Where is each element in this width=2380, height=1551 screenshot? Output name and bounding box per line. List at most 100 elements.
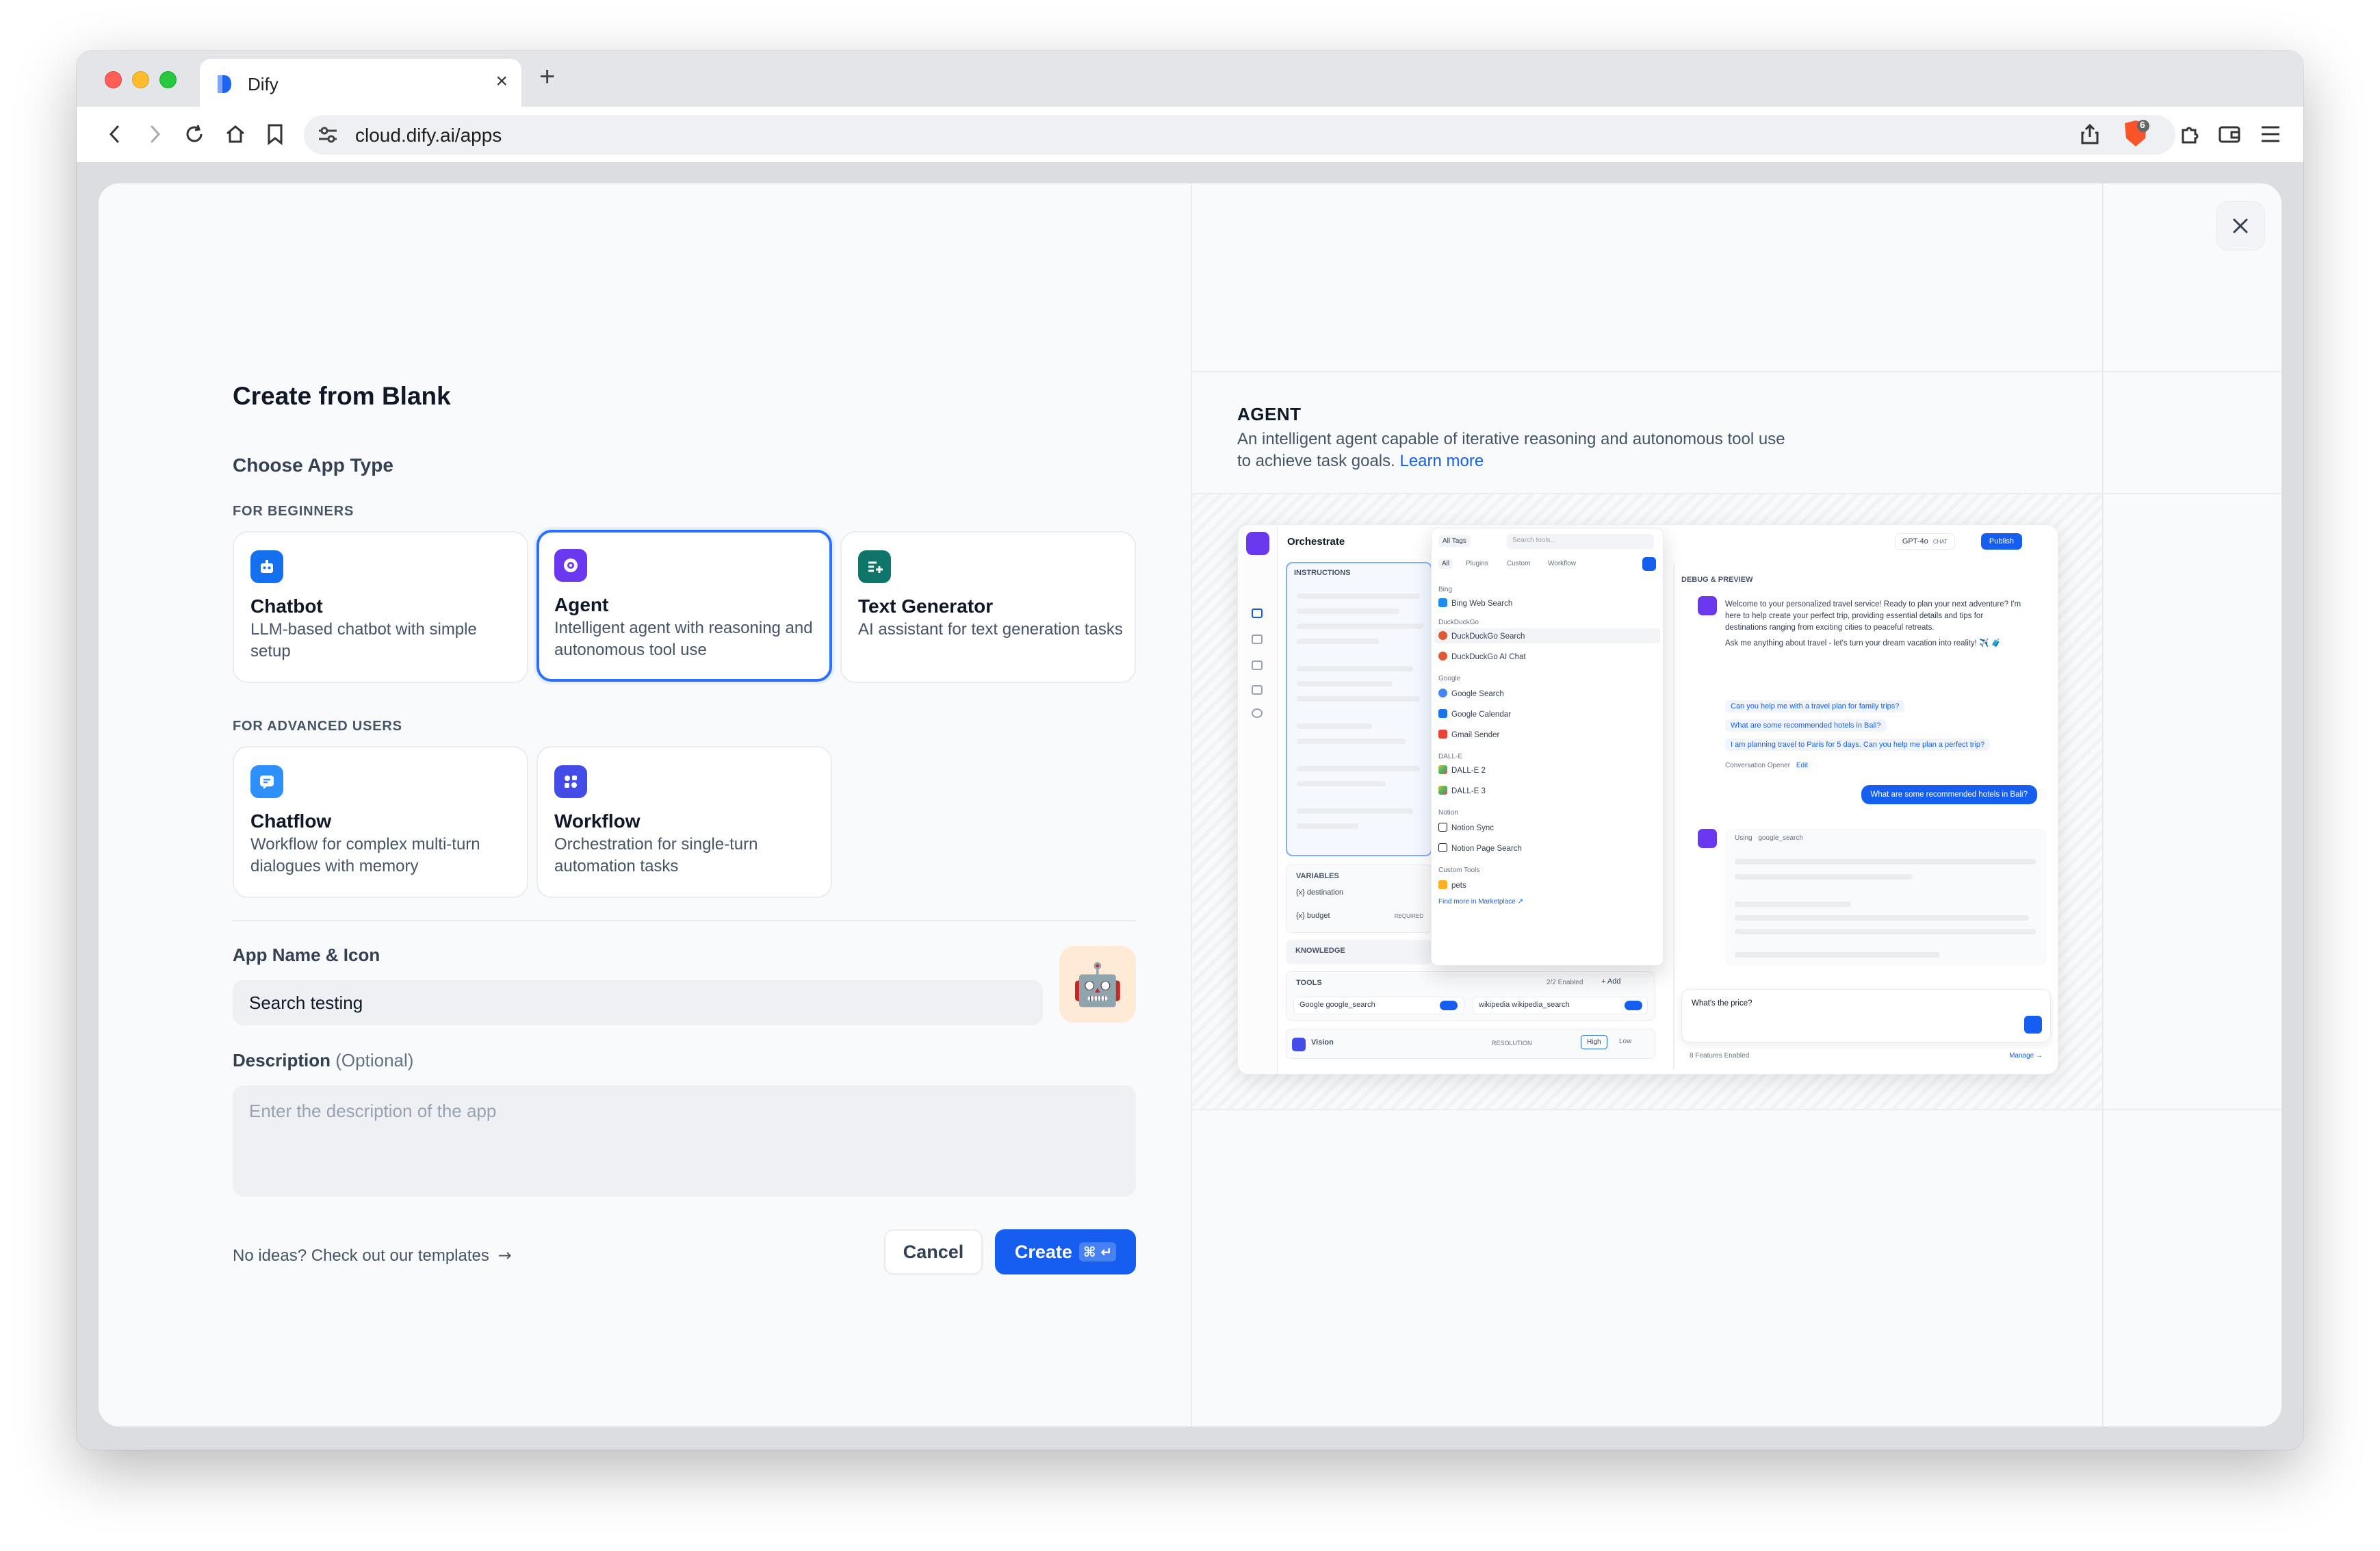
card-title: Chatflow <box>250 810 332 832</box>
mock-tool-option-label: Gmail Sender <box>1451 731 1500 739</box>
agent-preview-screenshot: Orchestrate INSTRUCTIONS VARIABLES {x} d… <box>1237 524 2058 1075</box>
mock-skeleton-line <box>1297 766 1420 771</box>
mock-using-tool: google_search <box>1758 834 1803 842</box>
mock-tool-option-label: DuckDuckGo Search <box>1451 632 1525 641</box>
mock-tool-item: wikipedia wikipedia_search <box>1473 997 1648 1014</box>
mock-tools-enabled: 2/2 Enabled <box>1547 979 1583 986</box>
brave-shield-icon[interactable]: 6 <box>2121 119 2151 149</box>
mock-variables-section: VARIABLES {x} destination {x} budget REQ… <box>1286 864 1432 933</box>
create-form-panel: Create from Blank Choose App Type FOR BE… <box>99 183 1191 1426</box>
mock-instructions-panel: INSTRUCTIONS <box>1286 562 1432 856</box>
cancel-button[interactable]: Cancel <box>884 1229 983 1274</box>
mock-panel-divider <box>1673 563 1674 1070</box>
learn-more-link[interactable]: Learn more <box>1399 452 1484 470</box>
app-type-card-chatbot[interactable]: Chatbot LLM-based chatbot with simple se… <box>233 531 528 683</box>
share-icon[interactable] <box>2075 119 2105 149</box>
mock-suggested-question: I am planning travel to Paris for 5 days… <box>1725 739 1991 751</box>
preview-desc-text: An intelligent agent capable of iterativ… <box>1237 430 1785 470</box>
mock-find-more-link: Find more in Marketplace ↗ <box>1438 898 1523 906</box>
mock-tool-option-label: Bing Web Search <box>1451 600 1513 608</box>
mock-tool-option: Notion Page Search <box>1438 843 1522 853</box>
create-button-label: Create <box>1014 1241 1072 1262</box>
card-title: Text Generator <box>858 595 994 617</box>
text-generator-icon <box>858 550 891 583</box>
workflow-icon <box>554 765 587 798</box>
window-close-button[interactable] <box>105 71 122 88</box>
extensions-icon[interactable] <box>2175 119 2205 149</box>
chatbot-icon <box>250 550 283 583</box>
mock-skeleton-line <box>1297 608 1399 614</box>
templates-link-text[interactable]: No ideas? Check out our templates <box>233 1246 489 1265</box>
app-icon-picker[interactable]: 🤖 <box>1059 946 1136 1023</box>
mock-tool-option: Google Search <box>1438 689 1504 698</box>
description-textarea[interactable]: Enter the description of the app <box>233 1086 1136 1196</box>
app-type-card-workflow[interactable]: Workflow Orchestration for single-turn a… <box>536 746 832 898</box>
google-calendar-icon <box>1438 709 1447 718</box>
dify-favicon-icon <box>218 75 231 93</box>
bookmark-icon[interactable] <box>260 119 290 149</box>
app-type-card-agent[interactable]: Agent Intelligent agent with reasoning a… <box>536 530 832 682</box>
create-button[interactable]: Create ⌘ ↵ <box>995 1229 1136 1274</box>
reload-icon[interactable] <box>179 119 209 149</box>
app-type-card-chatflow[interactable]: Chatflow Workflow for complex multi-turn… <box>233 746 528 898</box>
choose-app-type-label: Choose App Type <box>233 454 393 476</box>
mock-skeleton-line <box>1297 681 1393 687</box>
window-minimize-button[interactable] <box>132 71 149 88</box>
mock-tool-option: Gmail Sender <box>1438 730 1499 739</box>
advanced-section-label: FOR ADVANCED USERS <box>233 719 402 734</box>
app-name-input[interactable]: Search testing <box>233 980 1043 1025</box>
mock-opener-edit: Edit <box>1796 762 1809 769</box>
back-icon[interactable] <box>100 119 130 149</box>
url-text[interactable]: cloud.dify.ai/apps <box>355 125 502 146</box>
mock-tool-option: Google Calendar <box>1438 709 1511 719</box>
mock-vision-section: Vision RESOLUTION High Low <box>1286 1029 1655 1059</box>
beginners-section-label: FOR BEGINNERS <box>233 504 354 519</box>
mock-resolution-label: RESOLUTION <box>1492 1040 1532 1047</box>
google-icon <box>1438 689 1447 697</box>
wallet-icon[interactable] <box>2214 119 2245 149</box>
home-icon[interactable] <box>220 119 250 149</box>
browser-tab[interactable]: Dify × <box>200 59 521 107</box>
mock-welcome-message: Welcome to your personalized travel serv… <box>1725 599 2026 650</box>
modal-title: Create from Blank <box>233 382 451 410</box>
window-maximize-button[interactable] <box>159 71 177 88</box>
mock-tool-picker-popover: All Tags Search tools... All Plugins Cus… <box>1431 528 1664 966</box>
mock-suggested-question: Can you help me with a travel plan for f… <box>1725 700 1905 713</box>
mock-tool-toggle <box>1440 1001 1458 1010</box>
mock-skeleton-line <box>1735 929 2036 934</box>
mock-welcome-text-2: Ask me anything about travel - let's tur… <box>1725 639 2001 648</box>
mock-tools-label: TOOLS <box>1296 979 1322 987</box>
mock-skeleton-line <box>1297 823 1358 829</box>
mock-required-badge: REQUIRED <box>1394 913 1423 919</box>
menu-icon[interactable] <box>2255 119 2286 149</box>
grid-line <box>2102 183 2104 1426</box>
pets-icon <box>1438 880 1447 889</box>
site-settings-icon[interactable] <box>316 123 339 146</box>
mock-using-label: Using <box>1735 834 1752 842</box>
bing-icon <box>1438 598 1447 607</box>
mock-model-name: GPT-4o <box>1902 537 1928 546</box>
close-modal-button[interactable] <box>2216 201 2265 251</box>
mock-tool-option: pets <box>1438 880 1466 890</box>
address-bar[interactable]: cloud.dify.ai/apps <box>304 115 2175 155</box>
mock-tool-group: Custom Tools <box>1438 867 1480 874</box>
arrow-right-icon: → <box>497 1246 512 1265</box>
forward-icon[interactable] <box>140 119 170 149</box>
dalle-icon <box>1438 765 1447 774</box>
preview-panel: AGENT An intelligent agent capable of it… <box>1191 183 2281 1426</box>
mock-tool-option: Bing Web Search <box>1438 598 1512 608</box>
mock-nav-icon <box>1252 608 1263 618</box>
app-type-card-text-generator[interactable]: Text Generator AI assistant for text gen… <box>840 531 1136 683</box>
mock-nav-icon <box>1252 685 1263 695</box>
grid-line <box>1192 1109 2281 1110</box>
tab-close-icon[interactable]: × <box>495 70 508 93</box>
templates-link[interactable]: No ideas? Check out our templates → <box>233 1246 512 1266</box>
mock-skeleton-line <box>1297 723 1372 729</box>
mock-model-selector: GPT-4o CHAT <box>1894 533 1955 550</box>
new-tab-button[interactable]: + <box>539 62 555 92</box>
mock-tool-toggle <box>1625 1001 1642 1010</box>
preview-type-description: An intelligent agent capable of iterativ… <box>1237 428 1798 472</box>
tab-bar: Dify × + <box>77 51 2303 107</box>
dalle-icon <box>1438 786 1447 795</box>
create-app-modal: Create from Blank Choose App Type FOR BE… <box>99 183 2281 1426</box>
